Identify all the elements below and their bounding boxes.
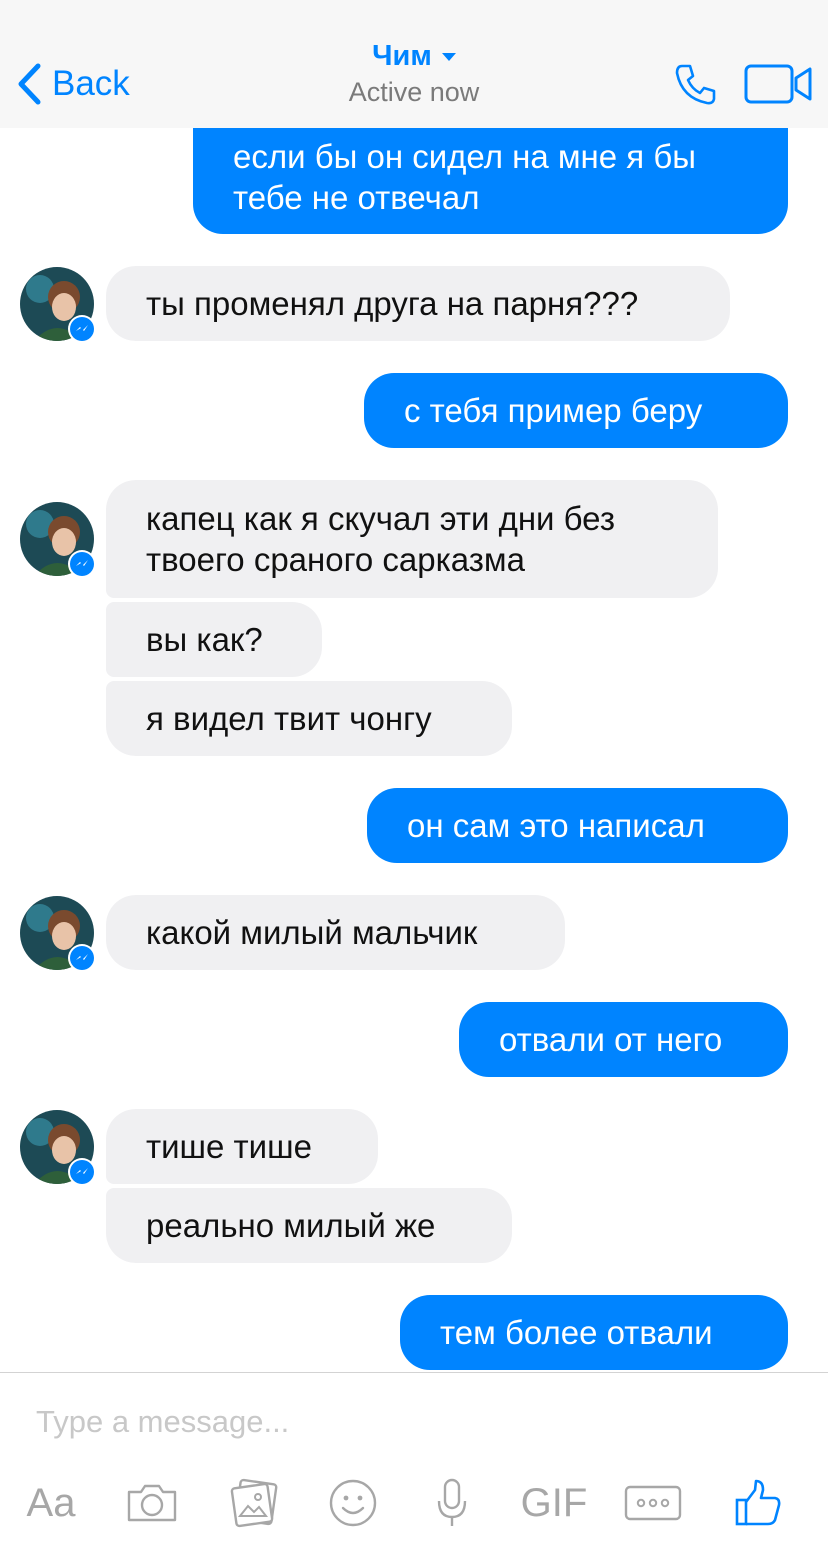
microphone-button[interactable]: [434, 1473, 470, 1533]
message-incoming[interactable]: тише тише: [106, 1109, 378, 1184]
conversation-title-block: Чим Active now: [214, 40, 614, 108]
message-incoming[interactable]: какой милый мальчик: [106, 895, 565, 970]
message-text: отвали от него: [499, 1021, 723, 1058]
messenger-badge-icon: [68, 944, 96, 972]
message-incoming[interactable]: вы как?: [106, 602, 322, 677]
text-format-label: Aa: [26, 1480, 76, 1525]
message-text: капец как я скучал эти дни без твоего ср…: [146, 500, 615, 578]
contact-avatar[interactable]: [20, 896, 96, 972]
video-camera-icon: [744, 64, 812, 104]
message-text: я видел твит чонгу: [146, 700, 432, 737]
contact-name-button[interactable]: Чим: [372, 40, 456, 73]
message-incoming[interactable]: реально милый же: [106, 1188, 512, 1263]
microphone-icon: [437, 1478, 467, 1526]
thumbs-up-icon: [735, 1479, 781, 1526]
camera-button[interactable]: [124, 1473, 180, 1533]
back-button[interactable]: Back: [14, 60, 130, 108]
message-composer: Aa GIF: [0, 1372, 828, 1550]
active-status: Active now: [348, 77, 480, 107]
message-outgoing[interactable]: тем более отвали: [400, 1295, 788, 1370]
phone-icon: [675, 64, 716, 105]
video-call-button[interactable]: [744, 64, 814, 104]
gif-label: GIF: [520, 1480, 588, 1525]
emoji-icon: [329, 1479, 377, 1527]
message-outgoing[interactable]: он сам это написал: [367, 788, 788, 863]
more-icon: [624, 1485, 682, 1521]
message-incoming[interactable]: капец как я скучал эти дни без твоего ср…: [106, 480, 718, 598]
message-text: тем более отвали: [440, 1314, 713, 1351]
messenger-badge-icon: [68, 550, 96, 578]
messenger-badge-icon: [68, 1158, 96, 1186]
photo-icon: [230, 1478, 278, 1528]
message-input[interactable]: [36, 1397, 796, 1447]
message-text: какой милый мальчик: [146, 914, 478, 951]
phone-call-button[interactable]: [672, 60, 720, 108]
messenger-badge-icon: [68, 315, 96, 343]
photo-button[interactable]: [226, 1473, 282, 1533]
message-text: ты променял друга на парня???: [146, 285, 639, 322]
caret-down-icon: [441, 52, 456, 61]
contact-avatar[interactable]: [20, 1110, 96, 1186]
message-outgoing[interactable]: с тебя пример беру: [364, 373, 788, 448]
message-text: вы как?: [146, 621, 263, 658]
message-incoming[interactable]: ты променял друга на парня???: [106, 266, 730, 341]
message-outgoing[interactable]: если бы он сидел на мне я бы тебе не отв…: [193, 110, 788, 234]
conversation-header: Back Чим Active now: [0, 0, 828, 128]
camera-icon: [127, 1484, 177, 1522]
emoji-button[interactable]: [326, 1473, 380, 1533]
message-text: с тебя пример беру: [404, 392, 703, 429]
chevron-left-icon: [18, 63, 41, 105]
message-list[interactable]: если бы он сидел на мне я бы тебе не отв…: [0, 0, 828, 1372]
gif-button[interactable]: GIF: [518, 1473, 590, 1533]
back-label: Back: [52, 64, 130, 103]
message-text: тише тише: [146, 1128, 312, 1165]
contact-name: Чим: [372, 40, 432, 72]
contact-avatar[interactable]: [20, 267, 96, 343]
message-incoming[interactable]: я видел твит чонгу: [106, 681, 512, 756]
message-outgoing[interactable]: отвали от него: [459, 1002, 788, 1077]
message-text: реально милый же: [146, 1207, 436, 1244]
more-button[interactable]: [624, 1473, 682, 1533]
like-button[interactable]: [732, 1473, 784, 1533]
message-text: он сам это написал: [407, 807, 705, 844]
text-format-button[interactable]: Aa: [22, 1473, 80, 1533]
message-text: если бы он сидел на мне я бы тебе не отв…: [233, 138, 696, 216]
contact-avatar[interactable]: [20, 502, 96, 578]
